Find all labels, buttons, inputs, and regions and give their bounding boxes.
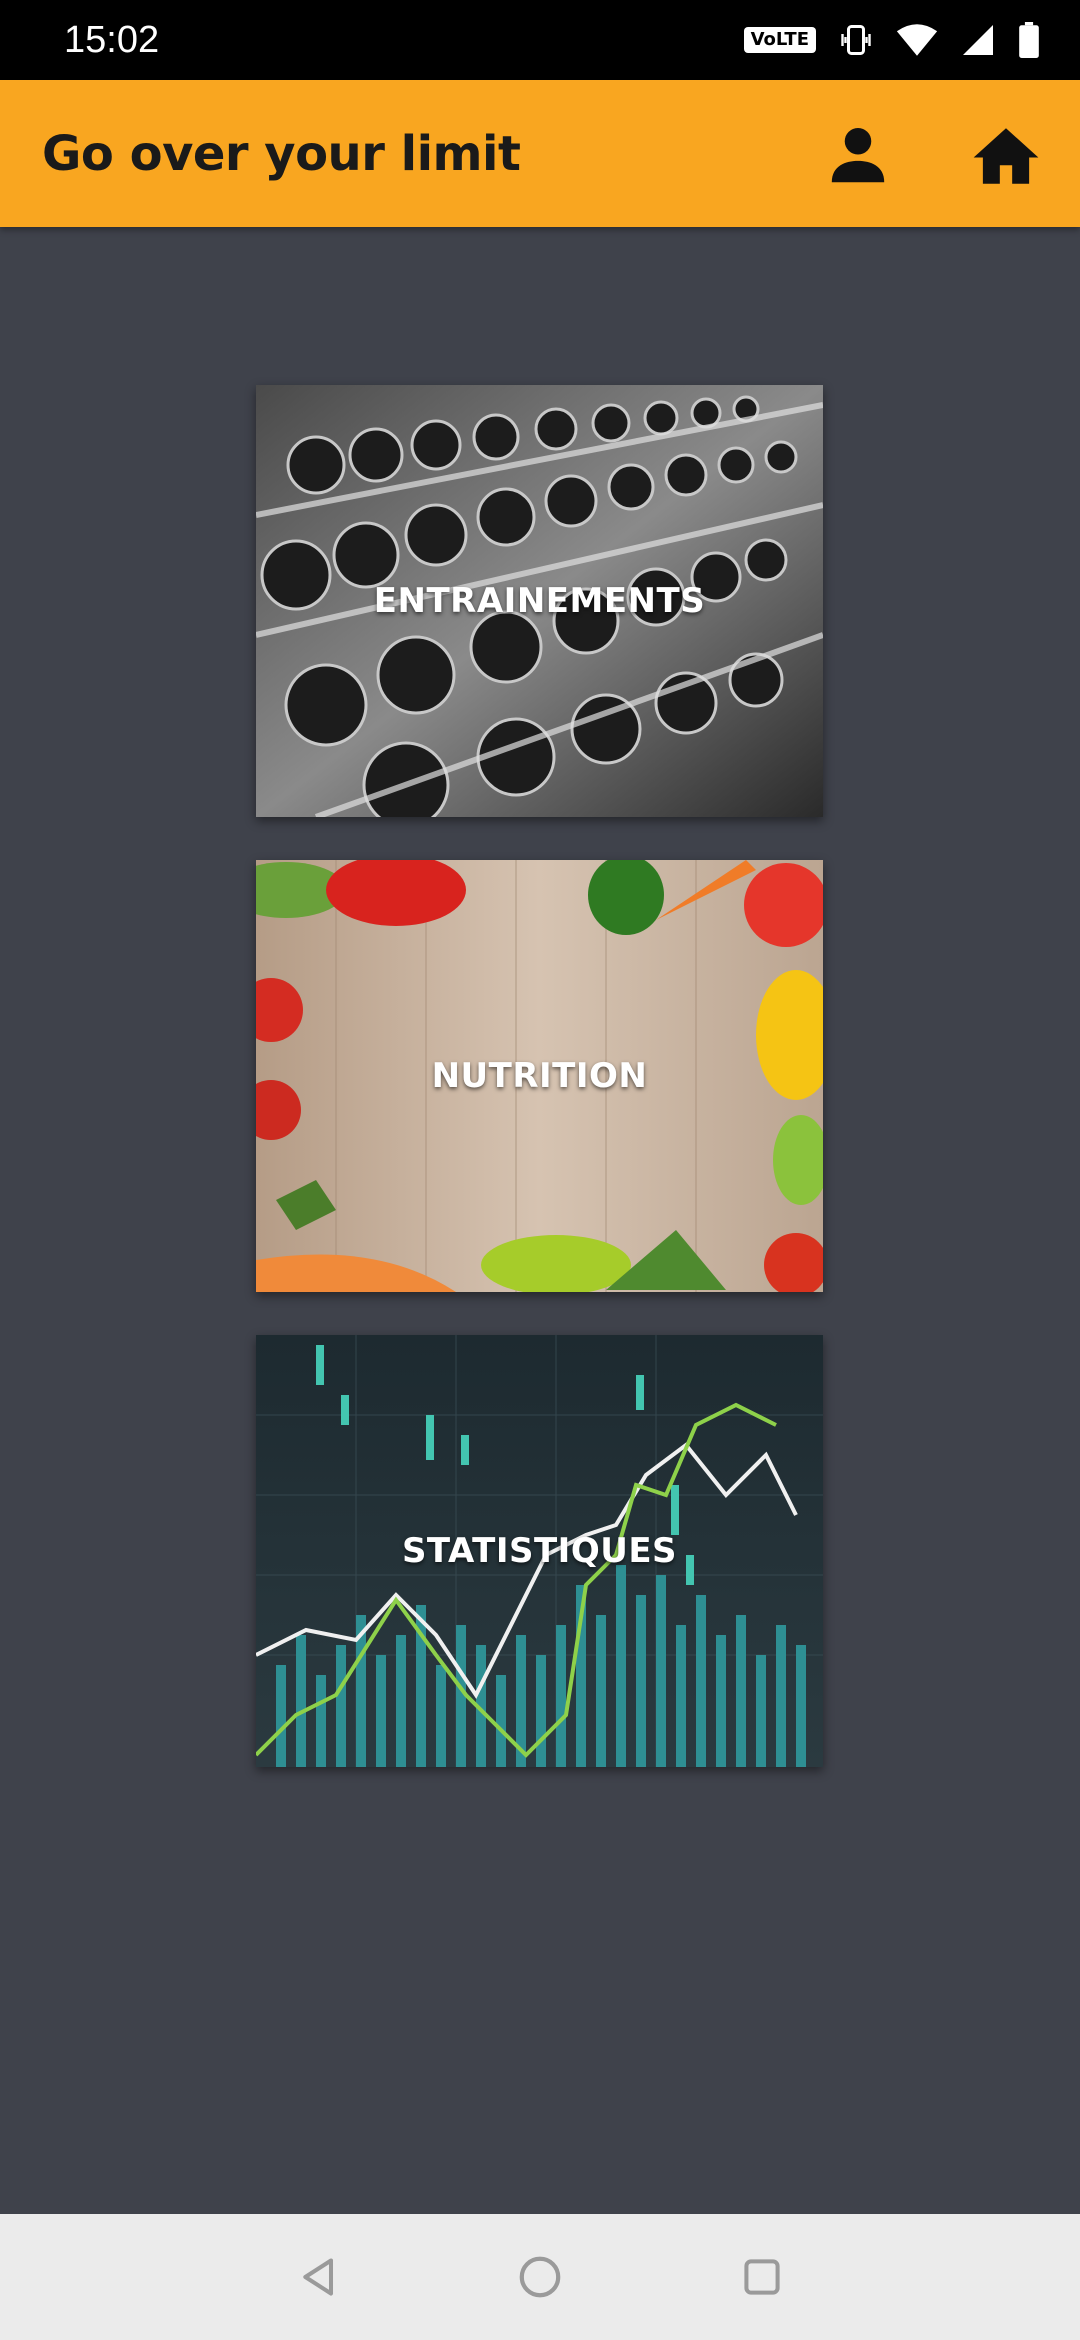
status-icons: VoLTE xyxy=(743,22,1040,58)
nav-home-button[interactable] xyxy=(510,2247,570,2307)
status-bar: 15:02 VoLTE xyxy=(0,0,1080,80)
nav-back-button[interactable] xyxy=(290,2247,350,2307)
vibrate-icon xyxy=(841,25,871,55)
wifi-icon xyxy=(896,24,938,56)
app-bar: Go over your limit xyxy=(0,80,1080,227)
card-label-statistiques: STATISTIQUES xyxy=(401,1531,678,1571)
system-nav-bar xyxy=(0,2214,1080,2340)
volte-icon: VoLTE xyxy=(743,27,816,53)
person-icon xyxy=(831,127,885,183)
nav-recents-button[interactable] xyxy=(732,2247,792,2307)
card-entrainements[interactable]: ENTRAINEMENTS xyxy=(256,385,823,817)
profile-button[interactable] xyxy=(818,116,898,196)
card-statistiques[interactable]: STATISTIQUES xyxy=(256,1335,823,1767)
card-label-entrainements: ENTRAINEMENTS xyxy=(373,581,706,621)
home-button[interactable] xyxy=(966,116,1046,196)
back-triangle-icon xyxy=(303,2258,334,2296)
recents-square-icon xyxy=(744,2259,780,2295)
signal-icon xyxy=(963,25,993,55)
card-label-nutrition: NUTRITION xyxy=(431,1056,648,1096)
app-title: Go over your limit xyxy=(42,126,521,182)
status-time: 15:02 xyxy=(64,18,160,61)
battery-icon xyxy=(1019,22,1039,58)
home-icon xyxy=(973,128,1039,184)
home-circle-icon xyxy=(519,2256,561,2298)
card-nutrition[interactable]: NUTRITION xyxy=(256,860,823,1292)
